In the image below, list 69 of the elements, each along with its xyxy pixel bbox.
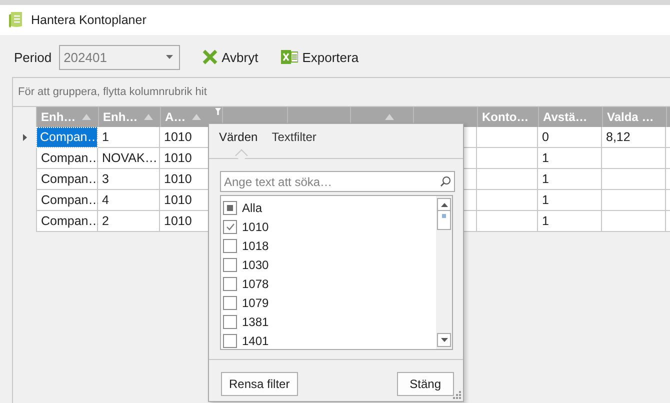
filter-tab[interactable]: Textfilter [272, 128, 316, 145]
checkbox[interactable] [223, 220, 237, 234]
table-cell: Compan… [36, 148, 98, 169]
table-cell: 1 [538, 148, 602, 169]
column-header[interactable]: Konto… [477, 107, 538, 127]
table-cell [477, 211, 538, 232]
sort-arrow-icon[interactable] [82, 114, 91, 120]
checkbox[interactable] [223, 200, 237, 214]
table-cell: 1 [538, 211, 602, 232]
period-dropdown[interactable]: 202401 [58, 44, 180, 70]
checkbox[interactable] [223, 334, 237, 348]
table-cell [477, 169, 538, 190]
value-label: 1381 [242, 314, 269, 328]
ledger-icon [8, 11, 24, 29]
checkbox[interactable] [223, 314, 237, 328]
spreadsheet-icon [281, 49, 298, 65]
table-cell [602, 148, 666, 169]
table-cell [602, 211, 666, 232]
column-header[interactable]: Avstä… [538, 107, 602, 127]
resize-grip-icon[interactable] [453, 391, 461, 399]
value-label: 1078 [242, 276, 269, 290]
table-cell [602, 190, 666, 211]
table-cell: NOVAK… [98, 148, 160, 169]
column-header[interactable]: A… [160, 107, 222, 127]
value-label: 1010 [242, 220, 269, 234]
search-field[interactable]: Ange text att söka… [220, 171, 455, 192]
table-cell: 3 [98, 169, 160, 190]
checkbox[interactable] [223, 238, 237, 252]
table-cell: 1 [538, 190, 602, 211]
column-header[interactable]: Valda … [602, 107, 666, 127]
table-cell [477, 190, 538, 211]
table-cell [477, 127, 538, 148]
value-label: 1018 [242, 238, 269, 252]
table-cell: Compan… [36, 211, 98, 232]
export-button[interactable]: Exportera [281, 49, 359, 65]
filter-tab[interactable]: Värden [219, 128, 258, 145]
table-cell [477, 148, 538, 169]
value-label: 1030 [242, 258, 269, 272]
column-header[interactable]: Enh… [98, 107, 160, 127]
down-arrow-icon[interactable] [440, 338, 448, 342]
x-icon [202, 49, 218, 65]
value-label: 1401 [242, 334, 269, 348]
checkbox[interactable] [223, 296, 237, 310]
scrollbar[interactable] [436, 196, 452, 349]
value-label: Alla [242, 200, 262, 214]
checkbox[interactable] [223, 276, 237, 290]
search-icon [440, 176, 451, 187]
sort-arrow-icon[interactable] [385, 114, 394, 120]
table-cell: 8,12 [602, 127, 666, 148]
sort-arrow-icon[interactable] [144, 114, 153, 120]
period-label: Period [14, 50, 52, 64]
column-header[interactable]: Enh… [36, 107, 98, 127]
table-cell: 1 [98, 127, 160, 148]
table-cell: Compan… [36, 190, 98, 211]
table-cell: Compan… [36, 169, 98, 190]
table-cell: 4 [98, 190, 160, 211]
clear-filter-button[interactable]: Rensa filter [221, 372, 298, 396]
caret-icon [166, 55, 173, 59]
sort-arrow-icon[interactable] [192, 114, 201, 120]
up-arrow-icon[interactable] [440, 203, 448, 207]
table-cell: 0 [538, 127, 602, 148]
table-cell: 2 [98, 211, 160, 232]
value-label: 1079 [242, 296, 269, 310]
table-cell [602, 169, 666, 190]
close-button[interactable]: Stäng [396, 372, 454, 396]
cancel-button[interactable]: Avbryt [202, 49, 258, 65]
checkbox[interactable] [223, 258, 237, 272]
table-cell: 1 [538, 169, 602, 190]
window-title: Hantera Kontoplaner [31, 13, 146, 27]
